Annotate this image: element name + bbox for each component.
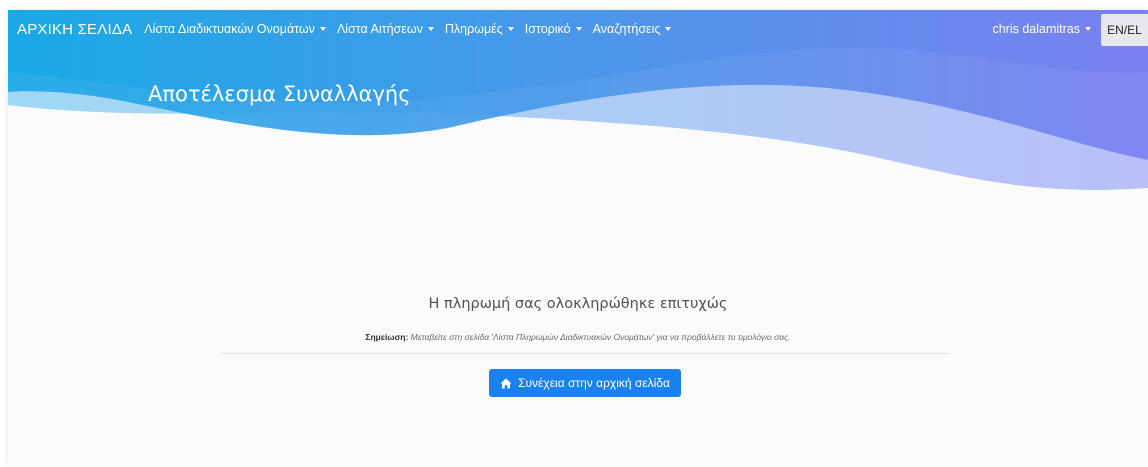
- nav-payments-dropdown[interactable]: Πληρωμές: [445, 22, 514, 36]
- note-label: Σημείωση:: [365, 332, 409, 342]
- nav-item-label: Λίστα Αιτήσεων: [336, 22, 423, 36]
- nav-item-label: Αναζητήσεις: [592, 22, 661, 36]
- brand-home-link[interactable]: ΑΡΧΙΚΗ ΣΕΛΙΔΑ: [17, 21, 132, 38]
- user-name: chris dalamitras: [992, 22, 1080, 36]
- browser-viewport: ΑΡΧΙΚΗ ΣΕΛΙΔΑ Λίστα Διαδικτυακών Ονομάτω…: [8, 10, 1148, 467]
- nav-item-label: Λίστα Διαδικτυακών Ονομάτων: [144, 22, 315, 36]
- continue-to-home-button[interactable]: Συνέχεια στην αρχική σελίδα: [489, 369, 681, 397]
- nav-item-label: Ιστορικό: [524, 22, 571, 36]
- caret-down-icon: [427, 27, 434, 31]
- nav-searches-dropdown[interactable]: Αναζητήσεις: [593, 22, 672, 36]
- caret-down-icon: [1085, 27, 1091, 31]
- home-icon: [500, 378, 512, 389]
- caret-down-icon: [575, 27, 582, 31]
- divider: [220, 353, 950, 354]
- page-title: Αποτέλεσμα Συναλλαγής: [148, 82, 411, 106]
- invoice-note: Σημείωση: Μεταβείτε στη σελίδα 'Λίστα Πλ…: [8, 332, 1148, 342]
- nav-history-dropdown[interactable]: Ιστορικό: [525, 22, 582, 36]
- nav-domain-names-dropdown[interactable]: Λίστα Διαδικτυακών Ονομάτων: [144, 22, 326, 36]
- continue-button-label: Συνέχεια στην αρχική σελίδα: [518, 376, 670, 390]
- caret-down-icon: [665, 27, 672, 31]
- top-navbar: ΑΡΧΙΚΗ ΣΕΛΙΔΑ Λίστα Διαδικτυακών Ονομάτω…: [8, 10, 1148, 48]
- payment-success-message: Η πληρωμή σας ολοκληρώθηκε επιτυχώς: [428, 296, 728, 312]
- language-toggle-button[interactable]: EN/EL: [1101, 14, 1148, 46]
- caret-down-icon: [507, 27, 514, 31]
- nav-applications-dropdown[interactable]: Λίστα Αιτήσεων: [337, 22, 434, 36]
- nav-item-label: Πληρωμές: [444, 22, 503, 36]
- user-menu-dropdown[interactable]: chris dalamitras: [992, 22, 1091, 36]
- note-text: Μεταβείτε στη σελίδα 'Λίστα Πληρωμών Δια…: [410, 332, 791, 342]
- caret-down-icon: [319, 27, 326, 31]
